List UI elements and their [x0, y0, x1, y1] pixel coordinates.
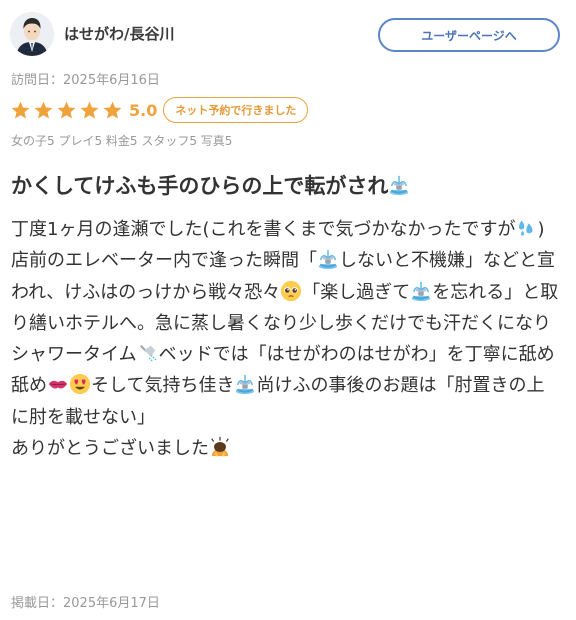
review-text: 「楽し過ぎて: [302, 281, 411, 303]
fountain-icon: [318, 250, 338, 270]
star-icon: [103, 101, 122, 119]
review-text: ありがとうございました: [11, 438, 209, 460]
review-text: そして気持ち佳き: [91, 375, 235, 397]
review-title-text: かくしてけふも手のひらの上で転がされ: [11, 174, 389, 198]
visit-date: 訪問日：2025年6月16日: [11, 73, 160, 88]
sub-ratings: 女の子5 プレイ5 料金5 スタッフ5 写真5: [11, 134, 233, 148]
star-rating: [10, 100, 123, 121]
net-reservation-badge: ネット予約で行きました: [163, 97, 309, 123]
sweat-droplets-icon: [519, 220, 534, 236]
posted-date: 掲載日：2025年6月17日: [11, 596, 160, 611]
shower-icon: [139, 345, 156, 362]
rating-score: 5.0: [129, 100, 158, 120]
review-title: かくしてけふも手のひらの上で転がされ: [11, 170, 410, 200]
review-text: 店前のエレベーター内で逢った瞬間「: [11, 250, 317, 272]
review-header: はせがわ/長谷川 ユーザーページへ: [10, 12, 560, 58]
pleading-face-icon: [281, 280, 302, 301]
male-avatar-icon[interactable]: [10, 12, 54, 56]
review-text: ): [537, 219, 545, 240]
star-icon: [34, 101, 53, 119]
title-emoji: [388, 173, 410, 197]
review-paragraph: 丁度1ヶ月の逢瀬でした(これを書くまで気づかなかったですが): [11, 214, 559, 245]
kiss-mark-icon: [48, 381, 68, 389]
user-page-button[interactable]: ユーザーページへ: [378, 18, 560, 52]
star-icon: [80, 101, 99, 119]
review-paragraph: 店前のエレベーター内で逢った瞬間「 しないと不機嫌」などと宣われ、けふはのっけから…: [11, 245, 559, 433]
fountain-icon: [412, 281, 431, 301]
rating-row: 5.0 ネット予約で行きました: [10, 96, 309, 124]
star-icon: [11, 101, 30, 119]
review-text: 丁度1ヶ月の逢瀬でした(これを書くまで気づかなかったですが: [11, 219, 516, 240]
fountain-icon: [236, 375, 255, 395]
fountain-icon: [390, 175, 409, 196]
review-paragraph: ありがとうございました: [11, 433, 559, 464]
reviewer-name[interactable]: はせがわ/長谷川: [64, 23, 174, 44]
heart-eyes-icon: [69, 374, 91, 395]
review-body: 丁度1ヶ月の逢瀬でした(これを書くまで気づかなかったですが) 店前のエレベーター内…: [11, 214, 559, 464]
bowing-person-icon: [211, 436, 229, 457]
star-icon: [57, 101, 76, 119]
